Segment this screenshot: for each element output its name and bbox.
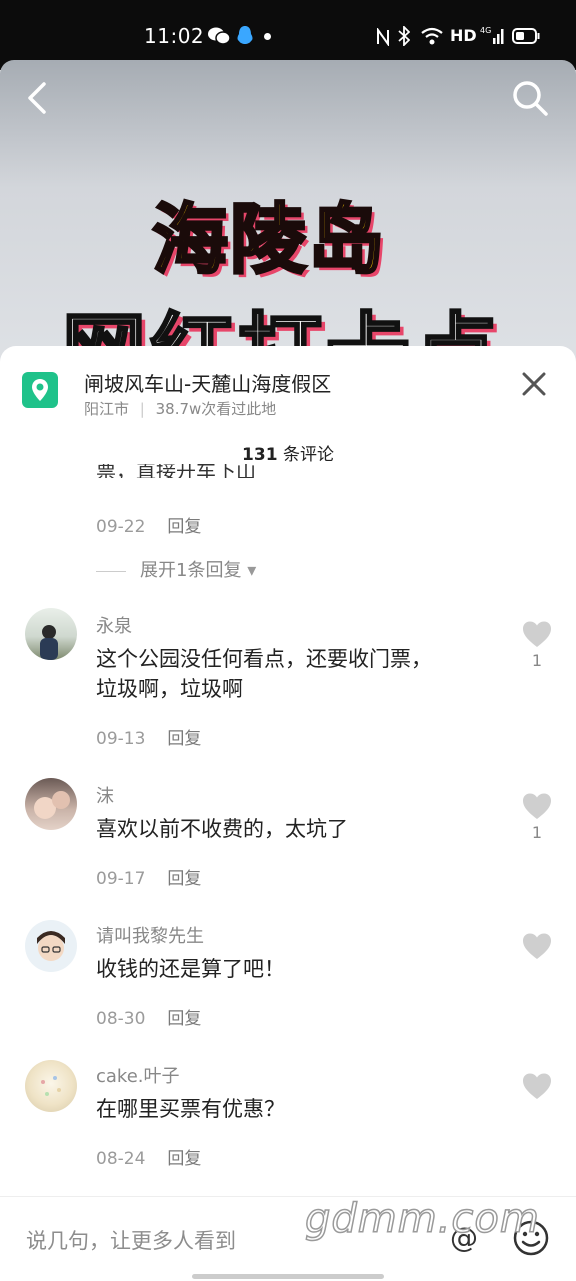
comment-meta: 08-24 回复 bbox=[96, 1144, 201, 1169]
qq-icon bbox=[237, 26, 253, 44]
heart-icon[interactable] bbox=[522, 1072, 552, 1100]
comment-username[interactable]: 沫 bbox=[96, 782, 114, 808]
comment-text-line: 垃圾啊，垃圾啊 bbox=[96, 677, 243, 701]
reply-button[interactable]: 回复 bbox=[167, 517, 201, 537]
location-separator: | bbox=[139, 400, 145, 418]
avatar[interactable] bbox=[25, 1060, 77, 1112]
comment-text-line: 在哪里买票有优惠？ bbox=[96, 1097, 285, 1121]
hero-title-line1: 海陵岛 bbox=[151, 194, 386, 286]
status-time: 11:02 bbox=[144, 24, 205, 48]
notification-dot-icon bbox=[264, 33, 271, 40]
comment-count-number: 131 bbox=[242, 445, 278, 465]
comment-date: 08-24 bbox=[96, 1149, 146, 1169]
expand-divider bbox=[96, 570, 126, 572]
comment-date: 08-30 bbox=[96, 1009, 146, 1029]
heart-icon[interactable] bbox=[522, 932, 552, 960]
chevron-down-icon: ▾ bbox=[247, 560, 257, 581]
comment-count-label: 条评论 bbox=[282, 445, 334, 465]
comment-input[interactable]: 说几句，让更多人看到 bbox=[26, 1225, 236, 1255]
comment-text-line: 这个公园没任何看点，还要收门票， bbox=[96, 647, 432, 671]
comment-text-line: 喜欢以前不收费的，太坑了 bbox=[96, 817, 348, 841]
nfc-icon bbox=[377, 28, 389, 46]
back-icon[interactable] bbox=[24, 80, 52, 116]
location-subtitle: 阳江市 | 38.7w次看过此地 bbox=[84, 398, 276, 419]
wifi-icon bbox=[421, 27, 443, 45]
comment-count: 131 条评论 bbox=[0, 440, 576, 465]
expand-replies-button[interactable]: 展开1条回复 ▾ bbox=[96, 556, 256, 582]
comment-meta: 08-30 回复 bbox=[96, 1004, 201, 1029]
comment-text-line: 收钱的还是算了吧！ bbox=[96, 957, 285, 981]
reply-button[interactable]: 回复 bbox=[167, 729, 201, 749]
reply-button[interactable]: 回复 bbox=[167, 869, 201, 889]
comment-text: 收钱的还是算了吧！ bbox=[96, 954, 496, 984]
expand-replies-label: 展开1条回复 bbox=[140, 560, 242, 581]
location-title[interactable]: 闸坡风车山-天麓山海度假区 bbox=[84, 368, 331, 397]
comment-sheet: 闸坡风车山-天麓山海度假区 阳江市 | 38.7w次看过此地 131 条评论 票… bbox=[0, 346, 576, 1280]
location-pin-icon[interactable] bbox=[22, 372, 58, 408]
location-views: 38.7w次看过此地 bbox=[155, 400, 277, 418]
comment-date: 09-17 bbox=[96, 869, 146, 889]
partial-comment-text: 票，直接开车下山 bbox=[96, 464, 256, 478]
comment-username[interactable]: cake.叶子 bbox=[96, 1062, 180, 1088]
svg-text:4G: 4G bbox=[480, 26, 491, 35]
comment-username[interactable]: 永泉 bbox=[96, 612, 132, 638]
like-count: 1 bbox=[531, 651, 543, 670]
reply-button[interactable]: 回复 bbox=[167, 1009, 201, 1029]
bluetooth-icon bbox=[398, 26, 410, 46]
avatar[interactable] bbox=[25, 608, 77, 660]
wechat-icon bbox=[208, 27, 230, 45]
avatar[interactable] bbox=[25, 778, 77, 830]
close-icon[interactable] bbox=[520, 370, 548, 398]
search-icon[interactable] bbox=[510, 78, 550, 118]
watermark: gdmm.com bbox=[304, 1195, 540, 1243]
comment-text: 这个公园没任何看点，还要收门票， 垃圾啊，垃圾啊 bbox=[96, 644, 496, 704]
comment-date: 09-22 bbox=[96, 517, 146, 537]
like-count: 1 bbox=[531, 823, 543, 842]
comment-date: 09-13 bbox=[96, 729, 146, 749]
signal-icon: 4G bbox=[480, 26, 504, 44]
avatar[interactable] bbox=[25, 920, 77, 972]
comment-text: 在哪里买票有优惠？ bbox=[96, 1094, 496, 1124]
comment-meta: 09-13 回复 bbox=[96, 724, 201, 749]
reply-button[interactable]: 回复 bbox=[167, 1149, 201, 1169]
home-indicator[interactable] bbox=[192, 1274, 384, 1279]
location-city: 阳江市 bbox=[84, 400, 130, 418]
comment-meta: 09-17 回复 bbox=[96, 864, 201, 889]
heart-icon[interactable] bbox=[522, 792, 552, 820]
partial-comment-meta: 09-22 回复 bbox=[96, 512, 201, 537]
comment-text: 喜欢以前不收费的，太坑了 bbox=[96, 814, 496, 844]
battery-icon bbox=[512, 28, 540, 44]
network-type: HD bbox=[450, 26, 477, 45]
heart-icon[interactable] bbox=[522, 620, 552, 648]
video-hero[interactable]: 海陵岛 网红打卡点 bbox=[0, 60, 576, 380]
comment-username[interactable]: 请叫我黎先生 bbox=[96, 922, 204, 948]
